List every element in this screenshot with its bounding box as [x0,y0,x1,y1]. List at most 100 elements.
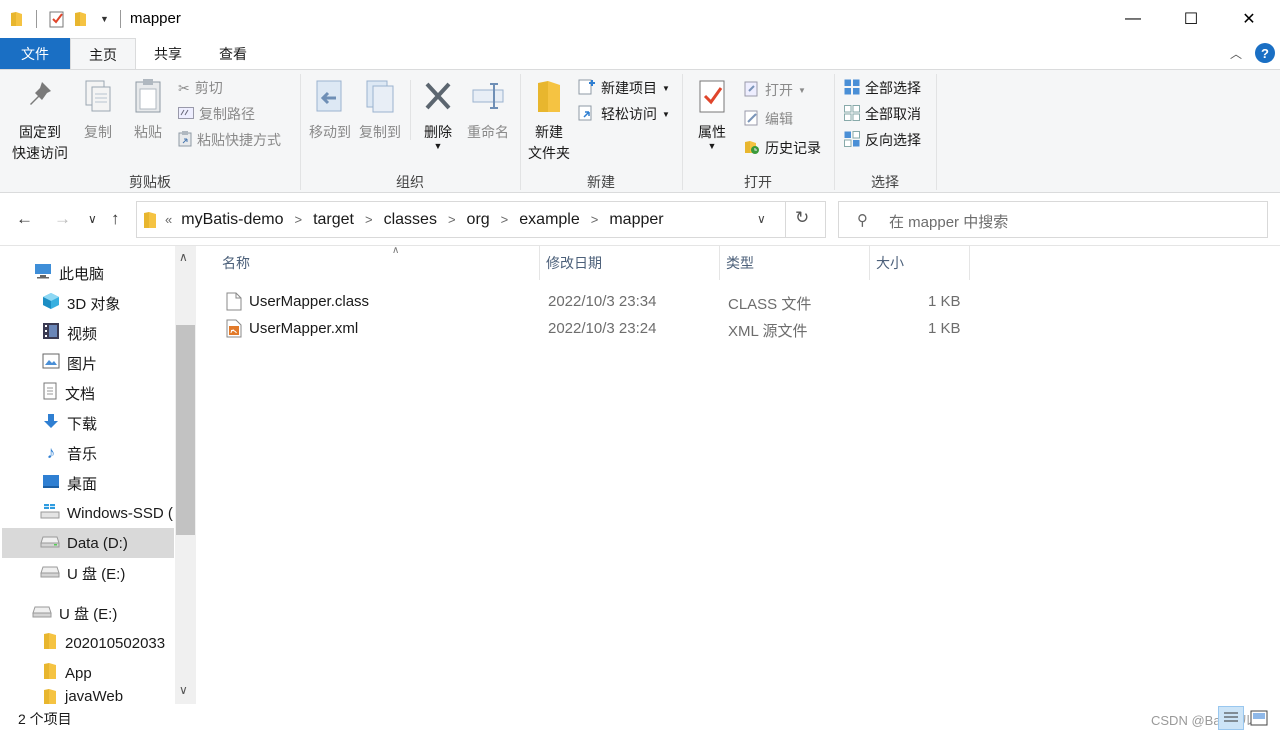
breadcrumb-item[interactable]: org [467,211,490,229]
nav-item-3d-objects[interactable]: 3D 对象 [2,288,174,318]
scrollbar-thumb[interactable] [176,325,195,535]
column-header-name[interactable]: 名称 ∧ [216,245,540,280]
open-dropdown-icon: ▼ [798,85,806,95]
chevron-right-icon[interactable]: > [294,212,302,227]
file-row[interactable]: UserMapper.xml 2022/10/3 23:24 XML 源文件 1… [220,316,980,342]
copy-path-button[interactable]: 复制路径 [178,103,255,125]
nav-item-documents[interactable]: 文档 [2,378,174,408]
column-header-date[interactable]: 修改日期 [540,246,720,280]
file-icon [226,292,242,315]
nav-item-downloads[interactable]: 下载 [2,408,174,438]
paste-button[interactable]: 粘贴 [128,78,168,143]
large-icons-view-button[interactable] [1250,710,1268,726]
file-row[interactable]: UserMapper.class 2022/10/3 23:34 CLASS 文… [220,289,980,315]
tab-home[interactable]: 主页 [70,38,136,70]
breadcrumb-item[interactable]: myBatis-demo [181,211,283,229]
breadcrumb-item[interactable]: target [313,211,354,229]
nav-item-folder[interactable]: App [2,658,174,688]
tab-view[interactable]: 查看 [200,38,266,69]
properties-icon [696,78,728,122]
new-item-button[interactable]: 新建项目 ▼ [578,77,670,99]
breadcrumb-overflow-icon[interactable]: « [165,212,172,227]
breadcrumb-item[interactable]: example [519,211,579,229]
scroll-up-icon[interactable]: ∧ [179,250,188,264]
paste-icon [132,78,164,122]
scroll-down-icon[interactable]: ∨ [179,683,188,697]
column-header-size[interactable]: 大小 [870,246,970,280]
nav-item-pictures[interactable]: 图片 [2,348,174,378]
paste-shortcut-button[interactable]: 粘贴快捷方式 [178,129,281,151]
nav-item-usb-e[interactable]: U 盘 (E:) [2,558,174,588]
forward-arrow-icon[interactable]: → [54,209,71,229]
collapse-ribbon-icon[interactable]: ︿ [1230,45,1242,62]
pin-label-2: 快速访问 [12,145,68,161]
search-input[interactable]: ⚲ 在 mapper 中搜索 [838,201,1268,238]
copy-button[interactable]: 复制 [78,78,118,143]
select-none-label: 全部取消 [865,106,921,122]
nav-item-music[interactable]: ♪ 音乐 [2,438,174,468]
properties-button[interactable]: 属性 ▼ [690,78,734,151]
rename-button[interactable]: 重命名 [462,78,514,143]
new-folder-label-2: 文件夹 [528,145,570,161]
column-header-type[interactable]: 类型 [720,246,870,280]
chevron-right-icon[interactable]: > [501,212,509,227]
details-view-button[interactable] [1218,706,1244,730]
chevron-right-icon[interactable]: > [365,212,373,227]
nav-item-videos[interactable]: 视频 [2,318,174,348]
nav-item-folder[interactable]: 202010502033 [2,628,174,658]
maximize-button[interactable]: ☐ [1162,0,1220,38]
nav-item-windows-ssd[interactable]: Windows-SSD ( [2,498,174,528]
edit-button[interactable]: 编辑 [744,108,793,130]
download-icon [42,412,60,434]
group-label-select: 选择 [871,174,899,190]
history-label: 历史记录 [765,140,821,156]
paste-shortcut-icon [178,130,192,150]
move-to-label: 移动到 [309,124,351,140]
tab-share[interactable]: 共享 [136,38,200,69]
customize-quick-access-icon[interactable]: ▼ [100,10,109,28]
chevron-right-icon[interactable]: > [448,212,456,227]
file-name: UserMapper.class [249,293,370,310]
open-button[interactable]: 打开 ▼ [744,79,806,101]
help-icon[interactable]: ? [1255,43,1275,63]
nav-item-data-d[interactable]: Data (D:) [2,528,174,558]
pin-to-quick-access-button[interactable]: 固定到 快速访问 [8,78,72,164]
select-all-button[interactable]: 全部选择 [844,77,921,99]
nav-item-usb-e-root[interactable]: U 盘 (E:) [2,598,174,628]
invert-selection-button[interactable]: 反向选择 [844,129,921,151]
up-arrow-icon[interactable]: ↑ [111,209,120,229]
nav-scrollbar[interactable]: ∧ ∨ [175,246,196,704]
nav-item-folder[interactable]: javaWeb [2,688,174,704]
breadcrumb-item-current[interactable]: mapper [609,211,663,229]
cut-button[interactable]: ✂ 剪切 [178,77,223,99]
group-label-open: 打开 [744,174,772,190]
easy-access-button[interactable]: 轻松访问 ▼ [578,103,670,125]
history-icon [744,139,760,158]
breadcrumb-item[interactable]: classes [384,211,437,229]
properties-dropdown-icon[interactable]: ▼ [708,142,717,151]
chevron-down-icon[interactable]: ∨ [757,212,766,226]
address-bar[interactable]: « myBatis-demo > target > classes > org … [136,201,826,238]
file-size: 1 KB [928,320,961,337]
invert-selection-label: 反向选择 [865,132,921,148]
tab-file[interactable]: 文件 [0,38,70,69]
delete-dropdown-icon[interactable]: ▼ [434,142,443,151]
history-button[interactable]: 历史记录 [744,137,821,159]
close-button[interactable]: ✕ [1220,0,1278,38]
minimize-button[interactable]: — [1104,0,1162,38]
delete-button[interactable]: 删除 ▼ [418,78,458,151]
back-arrow-icon[interactable]: ← [16,209,33,229]
move-to-button[interactable]: 移动到 [306,78,354,143]
xml-file-icon [226,319,242,342]
nav-item-desktop[interactable]: 桌面 [2,468,174,498]
nav-item-this-pc[interactable]: 此电脑 [2,258,174,288]
recent-locations-icon[interactable]: ∨ [88,212,97,226]
properties-quick-icon[interactable] [48,10,66,28]
new-folder-button[interactable]: 新建 文件夹 [524,78,574,164]
ribbon-tabs: 文件 主页 共享 查看 ︿ ? [0,38,1280,70]
select-none-button[interactable]: 全部取消 [844,103,921,125]
chevron-right-icon[interactable]: > [591,212,599,227]
new-folder-quick-icon[interactable] [74,10,88,28]
refresh-icon[interactable]: ↻ [795,208,809,228]
copy-to-button[interactable]: 复制到 [356,78,404,143]
